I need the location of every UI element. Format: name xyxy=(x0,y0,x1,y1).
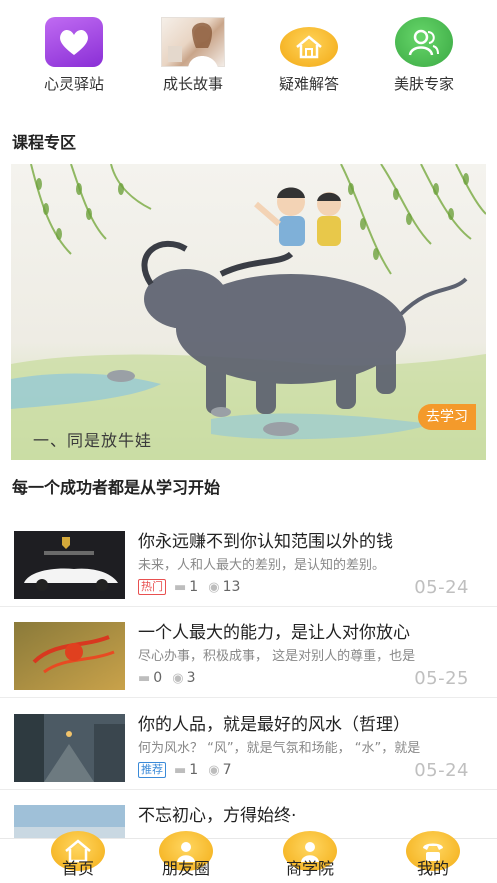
comment-count: 0 xyxy=(153,670,163,686)
comment-count: 1 xyxy=(189,579,199,595)
eye-icon: ◉ xyxy=(208,762,220,778)
article-summary: 何为风水？ “风”，就是气氛和场能， “水”，就是 xyxy=(138,741,421,756)
quick-nav-label: 疑难解答 xyxy=(278,75,339,93)
article-date: 05-24 xyxy=(414,760,469,781)
article-item[interactable]: 你永远赚不到你认知范围以外的钱 未来，人和人最大的差别，是认知的差别。 热门 ▬… xyxy=(0,517,497,607)
article-date: 05-25 xyxy=(414,668,469,689)
article-title: 一个人最大的能力，是让人对你放心 xyxy=(138,623,410,643)
quick-nav-label: 心灵驿站 xyxy=(43,75,104,93)
banner-caption: 一、同是放牛娃 xyxy=(33,431,153,450)
quick-nav: 心灵驿站 成长故事 疑难解答 美肤专家 xyxy=(0,12,497,102)
tab-label: 朋友圈 xyxy=(161,859,210,878)
article-summary: 未来，人和人最大的差别，是认知的差别。 xyxy=(138,558,386,573)
tab-label: 商学院 xyxy=(285,859,334,878)
quick-nav-label: 成长故事 xyxy=(162,75,223,93)
article-meta: 热门 ▬ 1 ◉ 13 xyxy=(138,579,250,595)
eye-icon: ◉ xyxy=(208,579,220,595)
article-meta: ▬ 0 ◉ 3 xyxy=(138,670,205,686)
leaves-thumbnail xyxy=(14,622,125,690)
people-icon xyxy=(395,17,453,67)
article-title: 不忘初心，方得始终· xyxy=(138,806,297,826)
tab-mine[interactable]: 我的 xyxy=(383,831,483,878)
quick-nav-item-qa[interactable]: 疑难解答 xyxy=(254,12,364,94)
quick-nav-item-skin-expert[interactable]: 美肤专家 xyxy=(369,12,479,94)
view-count: 7 xyxy=(222,762,232,778)
article-title: 你永远赚不到你认知范围以外的钱 xyxy=(138,532,393,552)
heart-icon xyxy=(45,17,103,67)
tab-label: 首页 xyxy=(61,859,94,878)
recommend-badge: 推荐 xyxy=(138,762,166,778)
article-title: 你的人品，就是最好的风水（哲理） xyxy=(138,715,410,735)
house-icon xyxy=(280,17,338,67)
view-count: 3 xyxy=(186,670,196,686)
tab-home[interactable]: 首页 xyxy=(28,831,128,878)
view-count: 13 xyxy=(222,579,241,595)
tab-label: 我的 xyxy=(416,859,449,878)
quick-nav-item-growth-story[interactable]: 成长故事 xyxy=(138,12,248,94)
article-summary: 尽心办事，积极成事， 这是对别人的尊重，也是 xyxy=(138,649,416,664)
comment-icon: ▬ xyxy=(138,670,151,686)
quick-nav-item-heart-station[interactable]: 心灵驿站 xyxy=(19,12,129,94)
eye-icon: ◉ xyxy=(172,670,184,686)
banner-illustration xyxy=(11,164,486,460)
article-item[interactable]: 你的人品，就是最好的风水（哲理） 何为风水？ “风”，就是气氛和场能， “水”，… xyxy=(0,700,497,790)
street-thumbnail xyxy=(14,714,125,782)
car-thumbnail xyxy=(14,531,125,599)
article-meta: 推荐 ▬ 1 ◉ 7 xyxy=(138,762,241,778)
comment-icon: ▬ xyxy=(174,762,187,778)
list-section-title: 每一个成功者都是从学习开始 xyxy=(12,478,221,497)
bottom-tab-bar: 首页 朋友圈 商学院 我的 xyxy=(0,831,497,883)
comment-count: 1 xyxy=(189,762,199,778)
tab-academy[interactable]: 商学院 xyxy=(260,831,360,878)
tab-friends[interactable]: 朋友圈 xyxy=(136,831,236,878)
hot-badge: 热门 xyxy=(138,579,166,595)
course-banner[interactable]: 一、同是放牛娃 xyxy=(11,164,486,460)
article-date: 05-24 xyxy=(414,577,469,598)
quick-nav-label: 美肤专家 xyxy=(393,75,454,93)
article-item[interactable]: 一个人最大的能力，是让人对你放心 尽心办事，积极成事， 这是对别人的尊重，也是 … xyxy=(0,608,497,698)
course-section-title: 课程专区 xyxy=(12,133,77,152)
photo-thumbnail-icon xyxy=(161,17,225,68)
go-study-button[interactable]: 去学习 xyxy=(418,404,476,430)
comment-icon: ▬ xyxy=(174,579,187,595)
